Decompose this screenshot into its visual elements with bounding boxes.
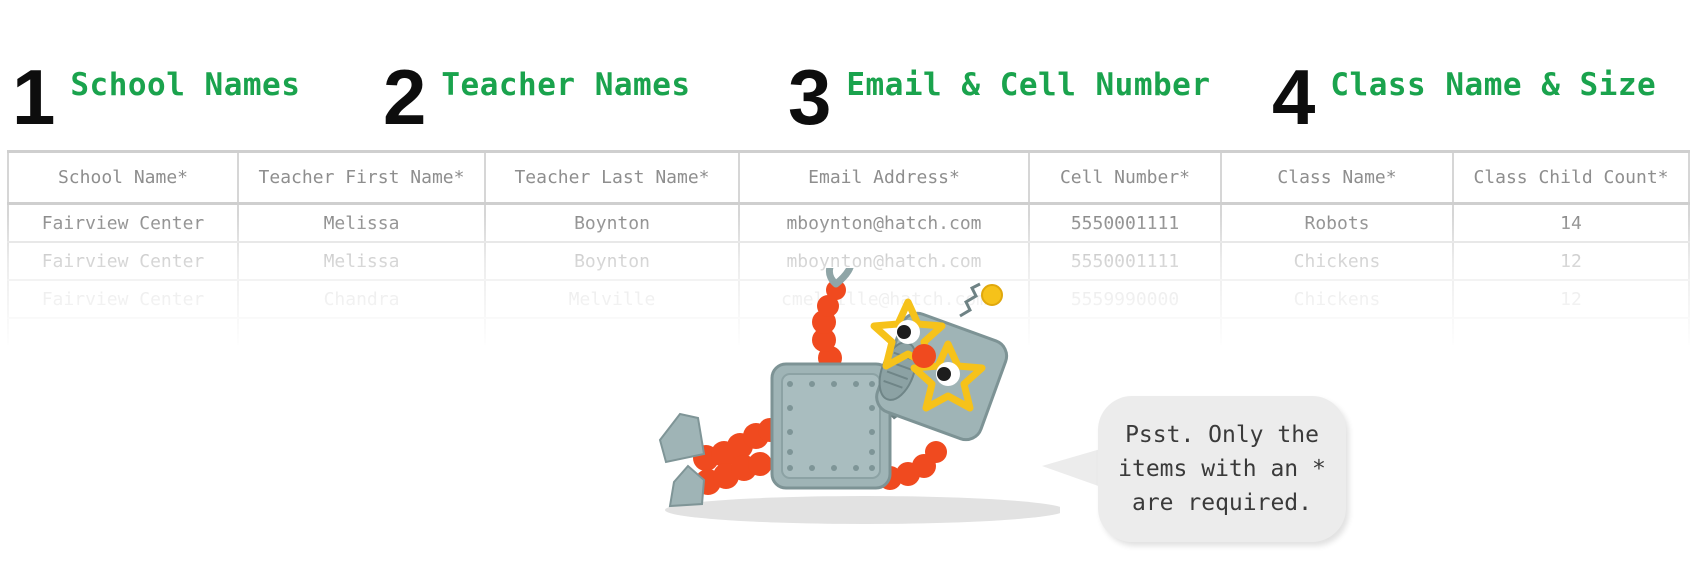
header-row: School Name* Teacher First Name* Teacher… [7,150,1690,205]
speech-bubble-tail [1042,448,1104,488]
table-cell: Fairview Center [7,280,239,319]
column-header-email-address: Email Address* [739,150,1030,205]
robot-nose [912,344,936,368]
table-cell: 5550001111 [1029,203,1222,243]
step-label: School Names [70,67,301,103]
shadow [665,496,1060,524]
bubble-line: Psst. Only the [1125,422,1319,448]
robot-illustration-icon [658,268,1060,524]
step-label: Class Name & Size [1330,67,1657,103]
step-number: 3 [788,53,831,141]
table-cell: Melissa [238,242,486,281]
column-header-teacher-first-name: Teacher First Name* [238,150,486,205]
table-cell [238,318,486,345]
table-cell [1221,318,1454,345]
table-cell: Fairview Center [7,242,239,281]
column-header-class-name: Class Name* [1221,150,1454,205]
bubble-line: items with an * [1118,456,1326,482]
step-number: 1 [12,53,55,141]
column-header-class-child-count: Class Child Count* [1453,150,1690,205]
table-cell [7,318,239,345]
step-2: 2 Teacher Names [383,58,691,136]
step-4: 4 Class Name & Size [1272,58,1656,136]
table-cell: Robots [1221,203,1454,243]
speech-bubble-text: Psst. Only the items with an * are requi… [1118,418,1326,520]
table-cell: 14 [1453,203,1690,243]
table-cell: mboynton@hatch.com [739,203,1030,243]
step-number: 4 [1272,53,1315,141]
step-1: 1 School Names [12,58,300,136]
step-label: Email & Cell Number [846,67,1211,103]
table-cell: 12 [1453,242,1690,281]
bubble-line: are required. [1131,490,1312,516]
step-label: Teacher Names [441,67,691,103]
step-number: 2 [383,53,426,141]
speech-bubble: Psst. Only the items with an * are requi… [1098,396,1346,542]
table-cell: Melissa [238,203,486,243]
column-header-school-name: School Name* [7,150,239,205]
table-cell: Chickens [1221,242,1454,281]
column-header-cell-number: Cell Number* [1029,150,1222,205]
column-header-teacher-last-name: Teacher Last Name* [485,150,740,205]
table-row: Fairview Center Melissa Boynton mboynton… [7,203,1690,243]
robot-legs [693,418,782,495]
table-cell: Chickens [1221,280,1454,319]
table-cell: Chandra [238,280,486,319]
table-cell: Fairview Center [7,203,239,243]
step-3: 3 Email & Cell Number [788,58,1211,136]
table-cell: Boynton [485,203,740,243]
table-cell [1453,318,1690,345]
table-cell: 12 [1453,280,1690,319]
